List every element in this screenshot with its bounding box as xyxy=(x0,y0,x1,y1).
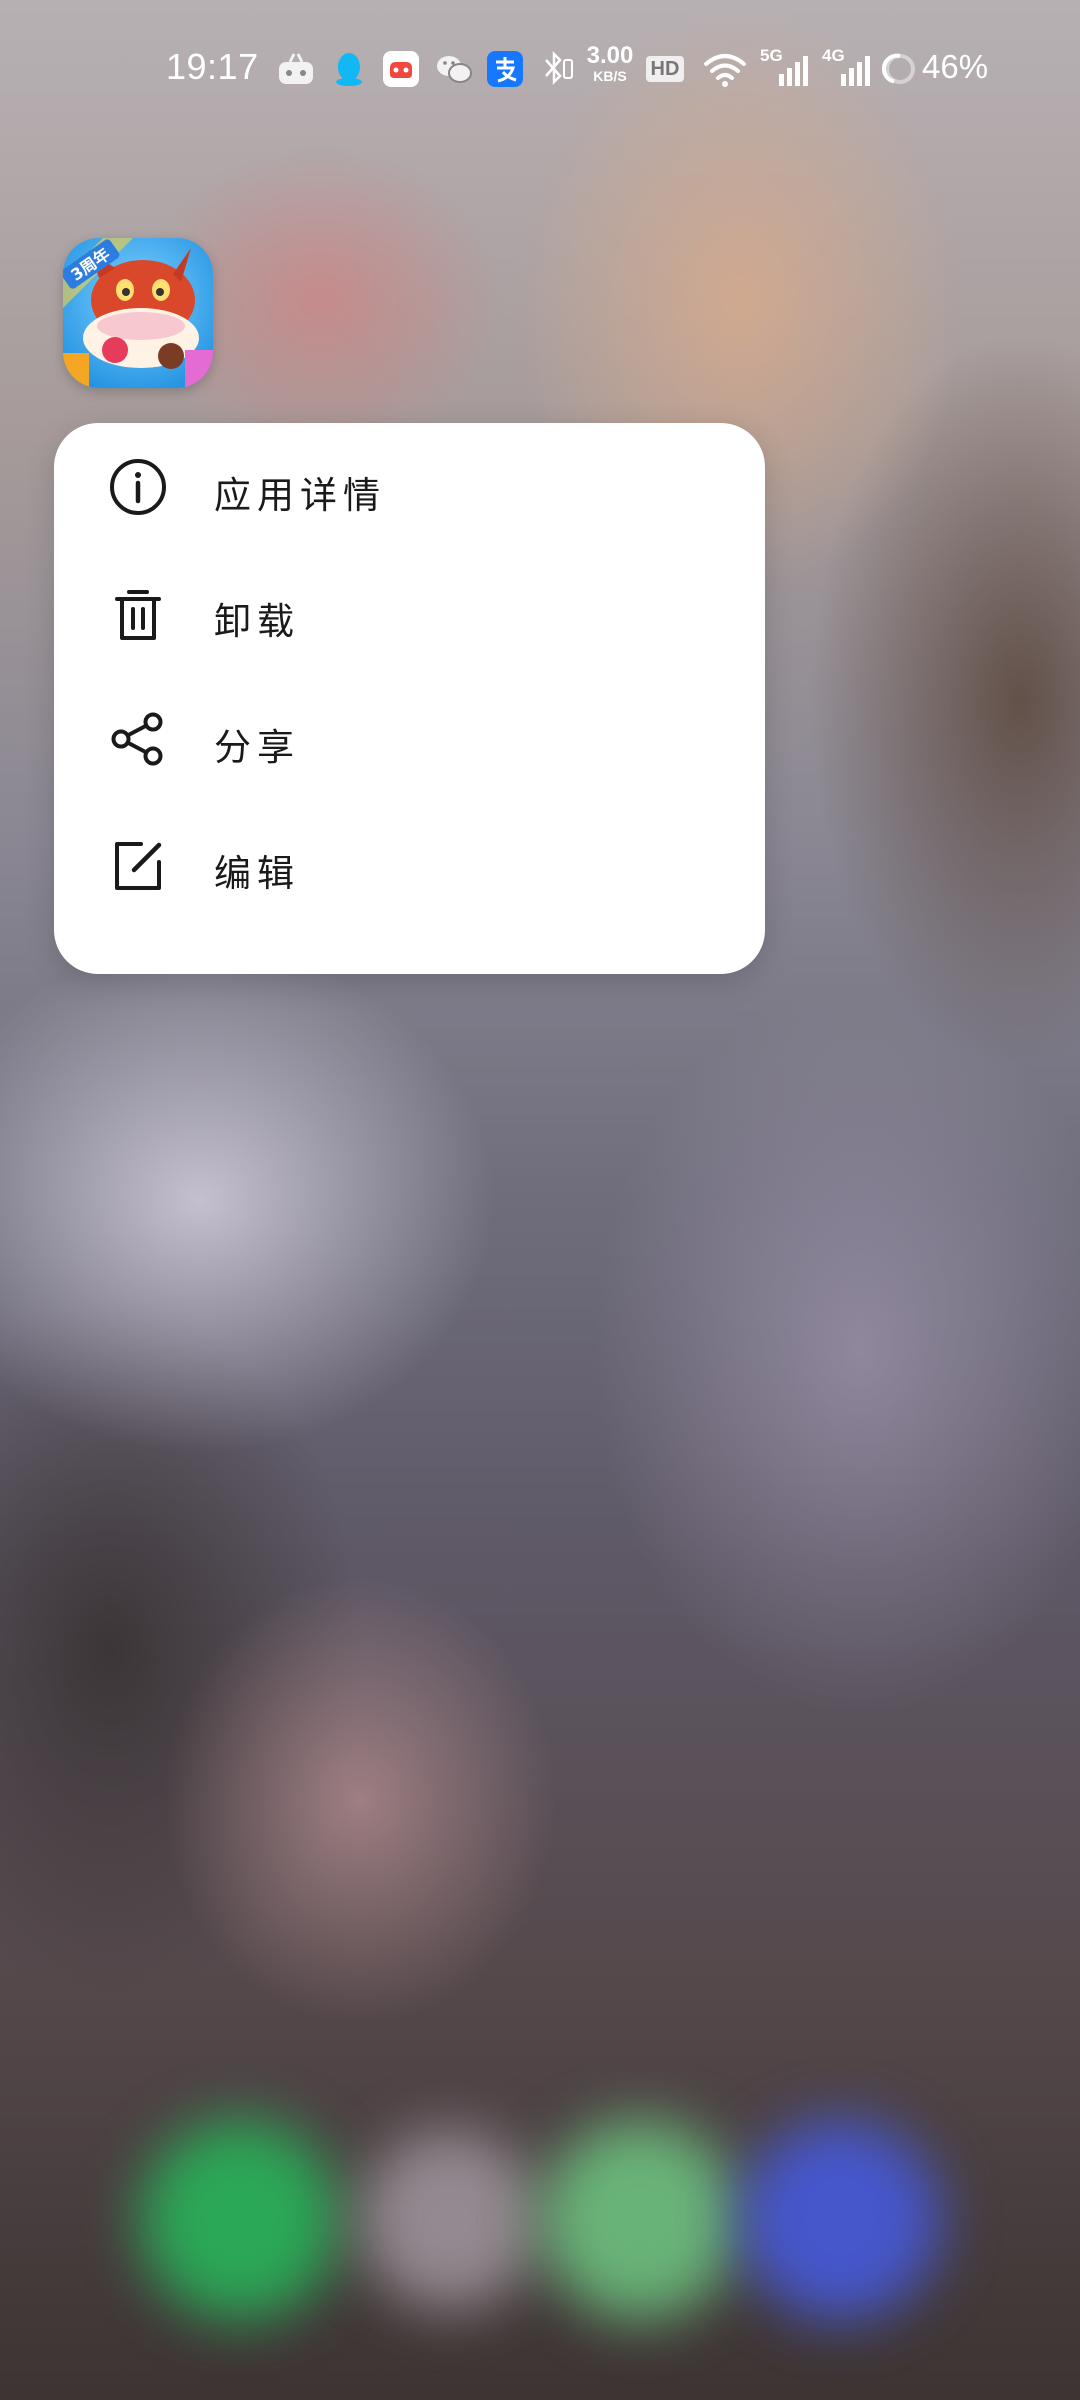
share-icon xyxy=(111,712,163,766)
wechat-icon xyxy=(437,56,472,83)
alipay-icon xyxy=(487,51,523,87)
dock-app-blur xyxy=(360,2130,540,2310)
bluetooth-icon xyxy=(545,50,573,86)
game-app-artwork: 3周年 xyxy=(63,238,213,388)
game-assistant-icon xyxy=(279,53,313,84)
app-context-menu: 应用详情 卸载 分享 编辑 xyxy=(54,423,765,974)
wifi-icon xyxy=(704,54,746,87)
dock-app-blur xyxy=(140,2120,340,2320)
menu-item-label: 分享 xyxy=(214,726,300,769)
edit-icon xyxy=(115,842,162,890)
hd-label: HD xyxy=(650,58,680,80)
dock-app-blur xyxy=(740,2120,940,2320)
status-bar: 19:17 3.00 KB/S HD 5G 4G 46% xyxy=(0,0,1080,140)
network-speed-value: 3.00 xyxy=(586,42,634,69)
menu-item-label: 卸载 xyxy=(214,600,300,643)
info-icon xyxy=(110,459,166,515)
signal-5g-icon: 5G xyxy=(760,46,810,86)
menu-item-app-details[interactable]: 应用详情 xyxy=(54,423,765,549)
battery-icon xyxy=(882,53,915,84)
dock-app-blur xyxy=(540,2120,740,2320)
network-speed-unit: KB/S xyxy=(593,68,627,84)
menu-item-edit[interactable]: 编辑 xyxy=(54,801,765,927)
battery-percentage: 46% xyxy=(922,48,989,85)
trash-icon xyxy=(115,590,161,640)
game-center-icon xyxy=(383,51,419,87)
menu-item-share[interactable]: 分享 xyxy=(54,675,765,801)
signal-4g-icon: 4G xyxy=(822,46,872,86)
qq-icon xyxy=(336,53,362,86)
game-app-icon[interactable]: 3周年 xyxy=(63,238,213,388)
menu-item-label: 应用详情 xyxy=(214,474,386,517)
menu-item-label: 编辑 xyxy=(214,852,300,895)
status-time: 19:17 xyxy=(166,46,259,87)
menu-item-uninstall[interactable]: 卸载 xyxy=(54,549,765,675)
network-speed: 3.00 KB/S xyxy=(582,42,638,84)
hd-icon: HD xyxy=(646,56,684,82)
